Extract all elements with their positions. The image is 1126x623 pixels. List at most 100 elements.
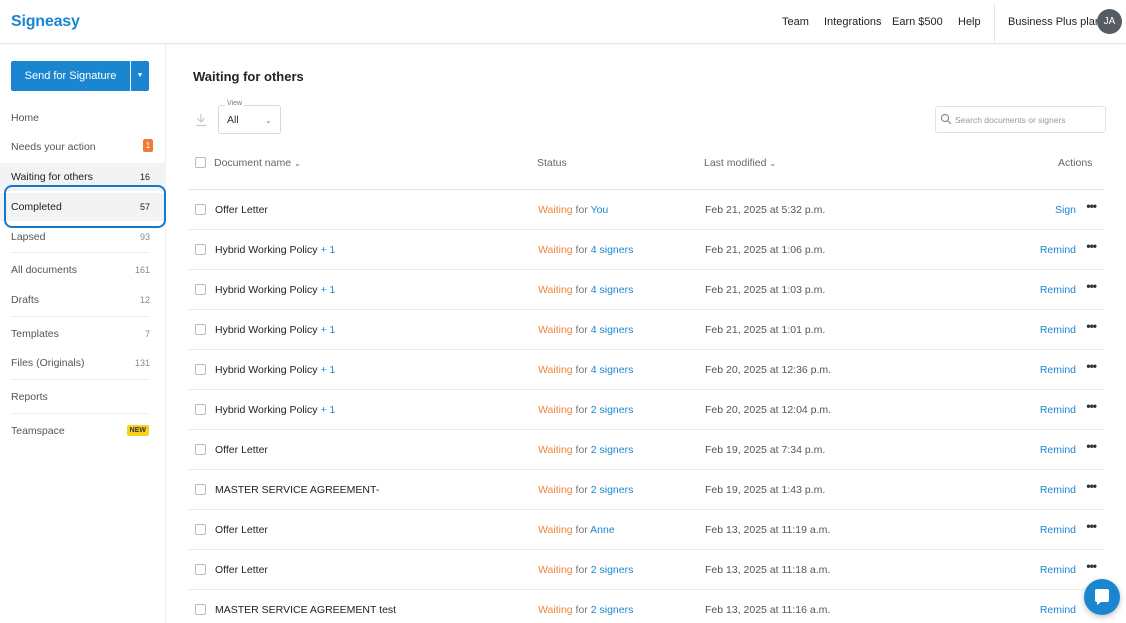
row-checkbox[interactable] [195,364,206,375]
column-header-last-modified[interactable]: Last modified ⌄ [704,157,776,169]
sidebar-item-count: 93 [139,232,150,242]
notification-badge: 1 [143,139,153,152]
more-options-icon[interactable]: ••• [1086,519,1097,533]
nav-help[interactable]: Help [958,16,981,28]
more-options-icon[interactable]: ••• [1086,279,1097,293]
sidebar-item-home[interactable]: Home [0,104,166,132]
sidebar-item-count: 131 [134,358,150,368]
document-name[interactable]: Hybrid Working Policy + 1 [215,364,335,376]
status-text: Waiting for 4 signers [538,244,634,256]
remind-link[interactable]: Remind [1040,364,1076,376]
more-options-icon[interactable]: ••• [1086,359,1097,373]
row-checkbox[interactable] [195,324,206,335]
sidebar-divider [11,252,149,253]
sidebar-item-teamspace[interactable]: Teamspace NEW [0,417,166,445]
last-modified: Feb 13, 2025 at 11:19 a.m. [705,524,831,536]
document-name[interactable]: Offer Letter [215,524,268,536]
more-options-icon[interactable]: ••• [1086,439,1097,453]
row-checkbox[interactable] [195,404,206,415]
sidebar-item-all-documents[interactable]: All documents 161 [0,256,166,284]
user-avatar[interactable]: JA [1097,9,1122,34]
sidebar-item-label: Waiting for others [11,171,93,183]
row-checkbox[interactable] [195,604,206,615]
sidebar-item-label: Files (Originals) [11,357,85,369]
status-text: Waiting for Anne [538,524,615,536]
sidebar-item-drafts[interactable]: Drafts 12 [0,286,166,314]
more-options-icon[interactable]: ••• [1086,559,1097,573]
row-checkbox[interactable] [195,524,206,535]
sidebar-item-label: Drafts [11,294,40,306]
sidebar-item-files[interactable]: Files (Originals) 131 [0,349,166,377]
sign-link[interactable]: Sign [1055,204,1076,216]
top-header: Signeasy Team Integrations Earn $500 Hel… [0,0,1126,44]
last-modified: Feb 20, 2025 at 12:04 p.m. [705,404,832,416]
table-row[interactable]: Hybrid Working Policy + 1 Waiting for 2 … [188,390,1105,430]
table-row[interactable]: Offer Letter Waiting for Anne Feb 13, 20… [188,510,1105,550]
nav-team[interactable]: Team [782,16,809,28]
document-name[interactable]: Offer Letter [215,204,268,216]
status-text: Waiting for 4 signers [538,364,634,376]
remind-link[interactable]: Remind [1040,484,1076,496]
row-checkbox[interactable] [195,204,206,215]
document-name[interactable]: MASTER SERVICE AGREEMENT test [215,604,396,616]
status-text: Waiting for 2 signers [538,444,634,456]
row-checkbox[interactable] [195,484,206,495]
app-logo[interactable]: Signeasy [11,13,80,31]
table-row[interactable]: Hybrid Working Policy + 1 Waiting for 4 … [188,230,1105,270]
remind-link[interactable]: Remind [1040,324,1076,336]
remind-link[interactable]: Remind [1040,244,1076,256]
document-name[interactable]: Offer Letter [215,564,268,576]
sidebar-item-templates[interactable]: Templates 7 [0,320,166,348]
document-name[interactable]: Hybrid Working Policy + 1 [215,244,335,256]
table-row[interactable]: Hybrid Working Policy + 1 Waiting for 4 … [188,270,1105,310]
more-options-icon[interactable]: ••• [1086,399,1097,413]
row-checkbox[interactable] [195,284,206,295]
sidebar-item-reports[interactable]: Reports [0,383,166,411]
document-name[interactable]: Hybrid Working Policy + 1 [215,284,335,296]
remind-link[interactable]: Remind [1040,524,1076,536]
more-options-icon[interactable]: ••• [1086,199,1097,213]
nav-integrations[interactable]: Integrations [824,16,881,28]
document-name[interactable]: MASTER SERVICE AGREEMENT- [215,484,379,496]
more-options-icon[interactable]: ••• [1086,239,1097,253]
table-row[interactable]: Hybrid Working Policy + 1 Waiting for 4 … [188,350,1105,390]
nav-earn[interactable]: Earn $500 [892,16,943,28]
last-modified: Feb 21, 2025 at 1:03 p.m. [705,284,826,296]
document-name[interactable]: Hybrid Working Policy + 1 [215,404,335,416]
more-options-icon[interactable]: ••• [1086,479,1097,493]
row-checkbox[interactable] [195,564,206,575]
plan-label[interactable]: Business Plus plan [1008,16,1101,28]
table-row[interactable]: MASTER SERVICE AGREEMENT- Waiting for 2 … [188,470,1105,510]
row-checkbox[interactable] [195,244,206,255]
select-all-checkbox[interactable] [195,157,206,168]
table-row[interactable]: MASTER SERVICE AGREEMENT test Waiting fo… [188,590,1105,623]
remind-link[interactable]: Remind [1040,404,1076,416]
sidebar-item-count: 161 [134,265,150,275]
table-row[interactable]: Offer Letter Waiting for You Feb 21, 202… [188,190,1105,230]
document-name[interactable]: Offer Letter [215,444,268,456]
remind-link[interactable]: Remind [1040,564,1076,576]
table-row[interactable]: Offer Letter Waiting for 2 signers Feb 1… [188,430,1105,470]
search-icon [940,113,952,125]
table-row[interactable]: Offer Letter Waiting for 2 signers Feb 1… [188,550,1105,590]
send-for-signature-button[interactable]: Send for Signature [11,61,130,91]
remind-link[interactable]: Remind [1040,284,1076,296]
chat-support-button[interactable] [1084,579,1120,615]
search-placeholder: Search documents or signers [955,115,1066,125]
document-name[interactable]: Hybrid Working Policy + 1 [215,324,335,336]
sidebar-item-needs-action[interactable]: Needs your action 1 [0,133,166,161]
send-dropdown-button[interactable]: ▼ [131,61,149,91]
new-badge: NEW [126,425,149,436]
status-text: Waiting for 2 signers [538,484,634,496]
row-checkbox[interactable] [195,444,206,455]
status-text: Waiting for 2 signers [538,564,634,576]
status-text: Waiting for 4 signers [538,284,634,296]
download-icon[interactable] [195,113,207,127]
sidebar-divider [11,379,149,380]
table-row[interactable]: Hybrid Working Policy + 1 Waiting for 4 … [188,310,1105,350]
remind-link[interactable]: Remind [1040,444,1076,456]
last-modified: Feb 21, 2025 at 5:32 p.m. [705,204,826,216]
more-options-icon[interactable]: ••• [1086,319,1097,333]
column-header-document-name[interactable]: Document name ⌄ [214,157,301,169]
remind-link[interactable]: Remind [1040,604,1076,616]
